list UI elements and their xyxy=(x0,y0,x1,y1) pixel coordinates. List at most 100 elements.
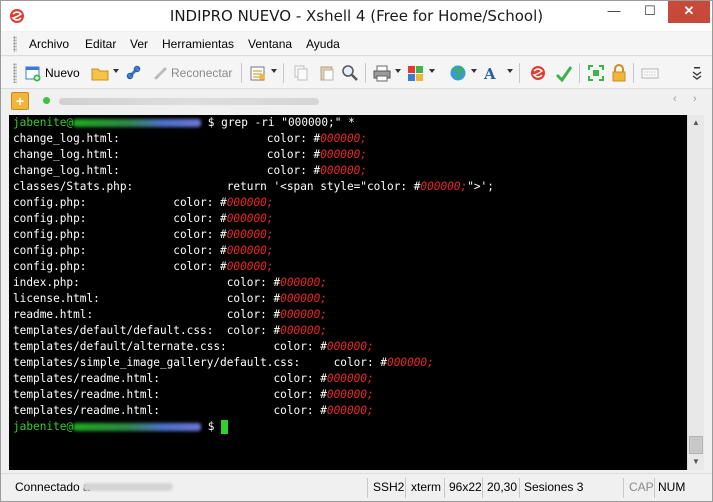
status-cursor-pos: 20,30 xyxy=(487,480,518,494)
output-line: templates/default/default.css: color: #0… xyxy=(13,323,327,339)
status-term-type: xterm xyxy=(411,480,441,494)
output-text: config.php: color: # xyxy=(13,244,227,257)
menu-archivo[interactable]: Archivo xyxy=(29,37,69,51)
output-line: config.php: color: #000000; xyxy=(13,259,274,275)
output-text: license.html: color: # xyxy=(13,292,281,305)
prompt-suffix: $ xyxy=(201,116,222,129)
open-dropdown-icon[interactable] xyxy=(113,69,119,73)
menu-ayuda[interactable]: Ayuda xyxy=(306,37,340,51)
link-icon[interactable] xyxy=(125,64,143,82)
add-tab-icon[interactable]: + xyxy=(11,92,29,110)
menubar-grip-icon[interactable] xyxy=(13,36,17,52)
command-text: grep -ri "000000;" * xyxy=(221,116,355,129)
status-caps-lock: CAP xyxy=(629,480,654,494)
properties-icon[interactable] xyxy=(249,64,267,82)
output-text: change_log.html: color: # xyxy=(13,148,321,161)
font-icon[interactable]: A xyxy=(483,64,501,82)
properties-dropdown-icon[interactable] xyxy=(271,69,277,73)
new-button[interactable]: Nuevo xyxy=(45,66,80,80)
session-tab-bar: + ‹ › xyxy=(1,90,712,112)
reconnect-icon[interactable] xyxy=(153,64,169,82)
output-text: templates/readme.html: color: # xyxy=(13,404,327,417)
paste-icon[interactable] xyxy=(319,64,335,82)
open-folder-icon[interactable] xyxy=(91,64,109,82)
prompt-user: jabenite@ xyxy=(13,116,74,129)
terminal-cursor xyxy=(221,420,229,434)
status-separator xyxy=(519,478,520,498)
match-highlight: 000000; xyxy=(280,324,327,337)
copy-icon[interactable] xyxy=(293,64,309,82)
title-bar[interactable]: INDIPRO NUEVO - Xshell 4 (Free for Home/… xyxy=(1,1,712,31)
output-line: templates/readme.html: color: #000000; xyxy=(13,371,374,387)
toolbar-grip-icon[interactable] xyxy=(13,63,17,83)
output-line: templates/readme.html: color: #000000; xyxy=(13,403,374,419)
toolbar-overflow-icon[interactable] xyxy=(691,64,703,82)
globe-dropdown-icon[interactable] xyxy=(471,69,477,73)
connection-status: Connectado a xyxy=(15,480,90,494)
status-sessions: Sesiones 3 xyxy=(524,480,584,494)
status-separator xyxy=(444,478,445,498)
fullscreen-icon[interactable] xyxy=(587,64,605,82)
color-scheme-icon[interactable] xyxy=(407,64,425,82)
output-line: license.html: color: #000000; xyxy=(13,291,327,307)
find-icon[interactable] xyxy=(341,64,359,82)
lock-icon[interactable] xyxy=(611,64,627,82)
output-line: config.php: color: #000000; xyxy=(13,211,274,227)
output-line: change_log.html: color: #000000; xyxy=(13,131,367,147)
print-icon[interactable] xyxy=(373,64,391,82)
menu-ver[interactable]: Ver xyxy=(130,37,148,51)
menu-editar[interactable]: Editar xyxy=(85,37,116,51)
match-highlight: 000000; xyxy=(320,132,367,145)
terminal-scrollbar[interactable]: ▲ ▼ xyxy=(687,115,704,470)
scroll-up-icon[interactable]: ▲ xyxy=(688,115,704,131)
minimize-button[interactable]: — xyxy=(598,1,630,23)
output-line: templates/readme.html: color: #000000; xyxy=(13,387,374,403)
output-text: config.php: color: # xyxy=(13,196,227,209)
transfer-icon[interactable] xyxy=(555,64,573,82)
prompt-user: jabenite@ xyxy=(13,420,74,433)
color-dropdown-icon[interactable] xyxy=(429,69,435,73)
scrollbar-thumb[interactable] xyxy=(689,436,703,454)
match-highlight: 000000; xyxy=(326,404,374,417)
match-highlight: 000000; xyxy=(226,196,274,209)
menu-herramientas[interactable]: Herramientas xyxy=(162,37,234,51)
match-highlight: 000000; xyxy=(226,260,274,273)
new-session-icon[interactable] xyxy=(25,64,41,82)
match-highlight: 000000; xyxy=(387,356,434,369)
close-button[interactable]: ✕ xyxy=(668,1,710,23)
toolbar-separator xyxy=(365,63,366,83)
match-highlight: 000000; xyxy=(226,244,274,257)
keyboard-icon[interactable] xyxy=(641,64,659,82)
font-dropdown-icon[interactable] xyxy=(507,69,513,73)
menu-ventana[interactable]: Ventana xyxy=(248,37,292,51)
status-separator xyxy=(654,478,655,498)
output-line: classes/Stats.php: return '<span style="… xyxy=(13,179,494,195)
tab-scroll-right-icon[interactable]: › xyxy=(693,93,697,105)
session-status-icon xyxy=(43,97,50,104)
globe-icon[interactable] xyxy=(449,64,467,82)
print-dropdown-icon[interactable] xyxy=(395,69,401,73)
reconnect-button[interactable]: Reconectar xyxy=(171,66,232,80)
toolbar-separator xyxy=(633,63,634,83)
prompt-host-redacted xyxy=(73,119,202,127)
maximize-button[interactable]: ☐ xyxy=(634,1,666,23)
match-highlight: 000000; xyxy=(320,164,367,177)
tab-scroll-left-icon[interactable]: ‹ xyxy=(673,93,677,105)
command-line: jabenite@ $ grep -ri "000000;" * xyxy=(13,115,355,131)
scroll-down-icon[interactable]: ▼ xyxy=(688,454,704,470)
output-line: config.php: color: #000000; xyxy=(13,227,274,243)
output-text: classes/Stats.php: return '<span style="… xyxy=(13,180,421,193)
output-line: templates/simple_image_gallery/default.c… xyxy=(13,355,434,371)
toolbar-separator xyxy=(519,63,520,83)
match-highlight: 000000; xyxy=(320,148,367,161)
terminal-output[interactable]: jabenite@ $ grep -ri "000000;" * change_l… xyxy=(9,115,687,470)
session-tab[interactable] xyxy=(59,98,319,105)
connection-host xyxy=(83,483,173,491)
output-line: change_log.html: color: #000000; xyxy=(13,163,367,179)
output-text: config.php: color: # xyxy=(13,228,227,241)
xftp-icon[interactable] xyxy=(529,64,547,82)
output-line: config.php: color: #000000; xyxy=(13,195,274,211)
output-text: templates/simple_image_gallery/default.c… xyxy=(13,356,388,369)
output-text: config.php: color: # xyxy=(13,260,227,273)
prompt-line: jabenite@ $ xyxy=(13,419,229,435)
